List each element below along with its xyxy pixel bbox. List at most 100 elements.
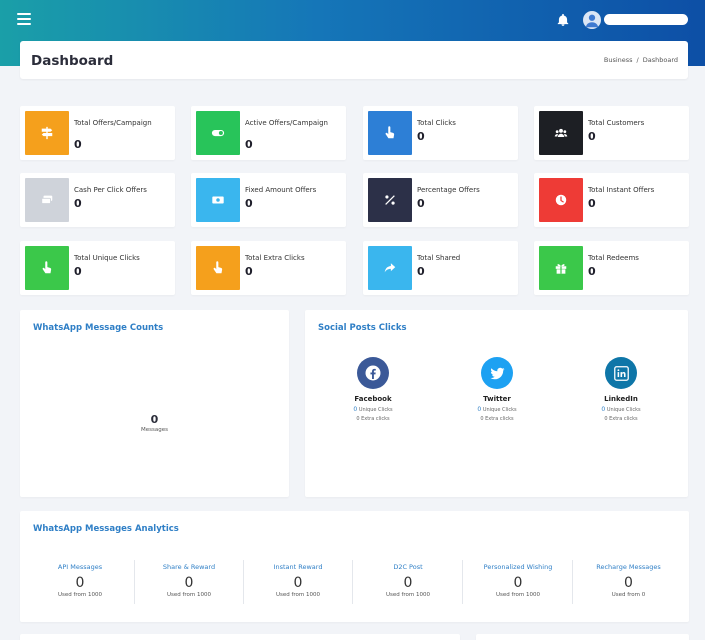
signpost-icon <box>41 126 53 140</box>
panel-title: Social Posts Clicks <box>318 323 407 333</box>
analytics-sub: Used from 1000 <box>385 592 431 598</box>
stat-value: 0 <box>588 265 596 278</box>
page-title: Dashboard <box>31 53 114 69</box>
stat-tile <box>196 246 240 290</box>
stat-label: Total Instant Offers <box>588 186 655 194</box>
analytics-value: 0 <box>513 575 523 591</box>
panel-title: WhatsApp Messages Analytics <box>33 524 179 534</box>
linkedin-icon[interactable] <box>605 357 637 389</box>
social-name: LinkedIn <box>604 395 638 403</box>
pointer-hand-icon <box>385 126 395 139</box>
stat-card-total-customers[interactable]: Total Customers 0 <box>534 106 689 160</box>
extra-clicks-label: Extra clicks <box>609 416 638 422</box>
analytics-label: Recharge Messages <box>596 563 661 571</box>
analytics-share-reward: Share & Reward 0 Used from 1000 <box>135 560 244 604</box>
breadcrumb-separator: / <box>636 56 639 64</box>
stat-card-total-shared[interactable]: Total Shared 0 <box>363 241 518 295</box>
next-panel-left <box>20 634 460 640</box>
cash-stack-icon <box>41 195 53 204</box>
analytics-value: 0 <box>293 575 303 591</box>
stat-label: Total Shared <box>417 254 461 262</box>
stat-value: 0 <box>74 265 82 278</box>
social-name: Facebook <box>354 395 392 403</box>
bell-icon[interactable] <box>556 12 570 28</box>
hamburger-menu-icon[interactable] <box>17 13 31 25</box>
unique-clicks-value: 0 <box>353 406 358 413</box>
stat-label: Cash Per Click Offers <box>74 186 147 194</box>
whatsapp-message-counts-panel: WhatsApp Message Counts 0 Messages <box>20 310 289 497</box>
stat-card-cash-per-click[interactable]: Cash Per Click Offers 0 <box>20 173 175 227</box>
stat-label: Total Unique Clicks <box>74 254 140 262</box>
social-name: Twitter <box>483 395 511 403</box>
stat-card-extra-clicks[interactable]: Total Extra Clicks 0 <box>191 241 346 295</box>
analytics-value: 0 <box>403 575 413 591</box>
users-icon <box>554 128 568 137</box>
extra-clicks-value: 0 <box>356 416 360 422</box>
stat-value: 0 <box>588 130 596 143</box>
stat-value: 0 <box>245 265 253 278</box>
stat-value: 0 <box>74 138 82 151</box>
user-avatar[interactable] <box>583 11 601 29</box>
stat-label: Total Redeems <box>588 254 639 262</box>
facebook-icon[interactable] <box>357 357 389 389</box>
percent-icon <box>385 195 395 205</box>
extra-clicks-label: Extra clicks <box>361 416 390 422</box>
stat-label: Fixed Amount Offers <box>245 186 317 194</box>
analytics-sub: Used from 1000 <box>57 592 103 598</box>
page-header: Dashboard Business / Dashboard <box>20 41 688 79</box>
stat-tile <box>539 178 583 222</box>
stat-card-instant-offers[interactable]: Total Instant Offers 0 <box>534 173 689 227</box>
user-name-pill[interactable] <box>604 14 688 25</box>
banknote-icon <box>212 196 224 204</box>
stat-card-total-offers[interactable]: Total Offers/Campaign 0 <box>20 106 175 160</box>
extra-clicks-label: Extra clicks <box>485 416 514 422</box>
stat-label: Total Customers <box>588 119 645 127</box>
stat-tile <box>25 246 69 290</box>
unique-clicks-line: 0 Unique Clicks <box>576 406 666 413</box>
extra-clicks-line: 0 Extra clicks <box>576 416 666 422</box>
stat-tile <box>539 111 583 155</box>
social-posts-clicks-panel: Social Posts Clicks Facebook 0 Unique Cl… <box>305 310 688 497</box>
unique-clicks-line: 0 Unique Clicks <box>328 406 418 413</box>
whatsapp-messages-analytics-panel: WhatsApp Messages Analytics API Messages… <box>20 511 689 622</box>
social-twitter: Twitter 0 Unique Clicks 0 Extra clicks <box>452 357 542 422</box>
panel-title: WhatsApp Message Counts <box>33 323 164 333</box>
extra-clicks-value: 0 <box>480 416 484 422</box>
stat-card-percentage[interactable]: Percentage Offers 0 <box>363 173 518 227</box>
analytics-sub: Used from 1000 <box>275 592 321 598</box>
analytics-sub: Used from 0 <box>611 592 646 598</box>
analytics-value: 0 <box>624 575 633 591</box>
unique-clicks-label: Unique Clicks <box>606 407 641 413</box>
analytics-personalized-wishing: Personalized Wishing 0 Used from 1000 <box>464 560 573 604</box>
extra-clicks-line: 0 Extra clicks <box>328 416 418 422</box>
breadcrumb-business[interactable]: Business <box>604 56 633 64</box>
analytics-label: API Messages <box>57 563 103 571</box>
analytics-label: Instant Reward <box>273 563 323 571</box>
stat-value: 0 <box>74 197 82 210</box>
stat-card-total-clicks[interactable]: Total Clicks 0 <box>363 106 518 160</box>
stat-card-fixed-amount[interactable]: Fixed Amount Offers 0 <box>191 173 346 227</box>
twitter-icon[interactable] <box>481 357 513 389</box>
unique-clicks-value: 0 <box>601 406 606 413</box>
stat-tile <box>196 111 240 155</box>
extra-clicks-line: 0 Extra clicks <box>452 416 542 422</box>
stat-value: 0 <box>417 197 425 210</box>
stat-card-unique-clicks[interactable]: Total Unique Clicks 0 <box>20 241 175 295</box>
stat-tile <box>368 111 412 155</box>
stat-value: 0 <box>588 197 596 210</box>
analytics-instant-reward: Instant Reward 0 Used from 1000 <box>244 560 353 604</box>
stat-label: Percentage Offers <box>417 186 480 194</box>
breadcrumb: Business / Dashboard <box>604 56 678 64</box>
stat-tile <box>196 178 240 222</box>
analytics-sub: Used from 1000 <box>495 592 541 598</box>
pointer-hand-icon <box>42 261 52 274</box>
stat-tile <box>368 178 412 222</box>
social-linkedin: LinkedIn 0 Unique Clicks 0 Extra clicks <box>576 357 666 422</box>
stat-tile <box>25 111 69 155</box>
stat-value: 0 <box>245 138 253 151</box>
stat-card-active-offers[interactable]: Active Offers/Campaign 0 <box>191 106 346 160</box>
pointer-hand-icon <box>213 261 223 274</box>
next-panel-right <box>476 634 689 640</box>
stat-card-total-redeems[interactable]: Total Redeems 0 <box>534 241 689 295</box>
analytics-d2c-post: D2C Post 0 Used from 1000 <box>354 560 463 604</box>
